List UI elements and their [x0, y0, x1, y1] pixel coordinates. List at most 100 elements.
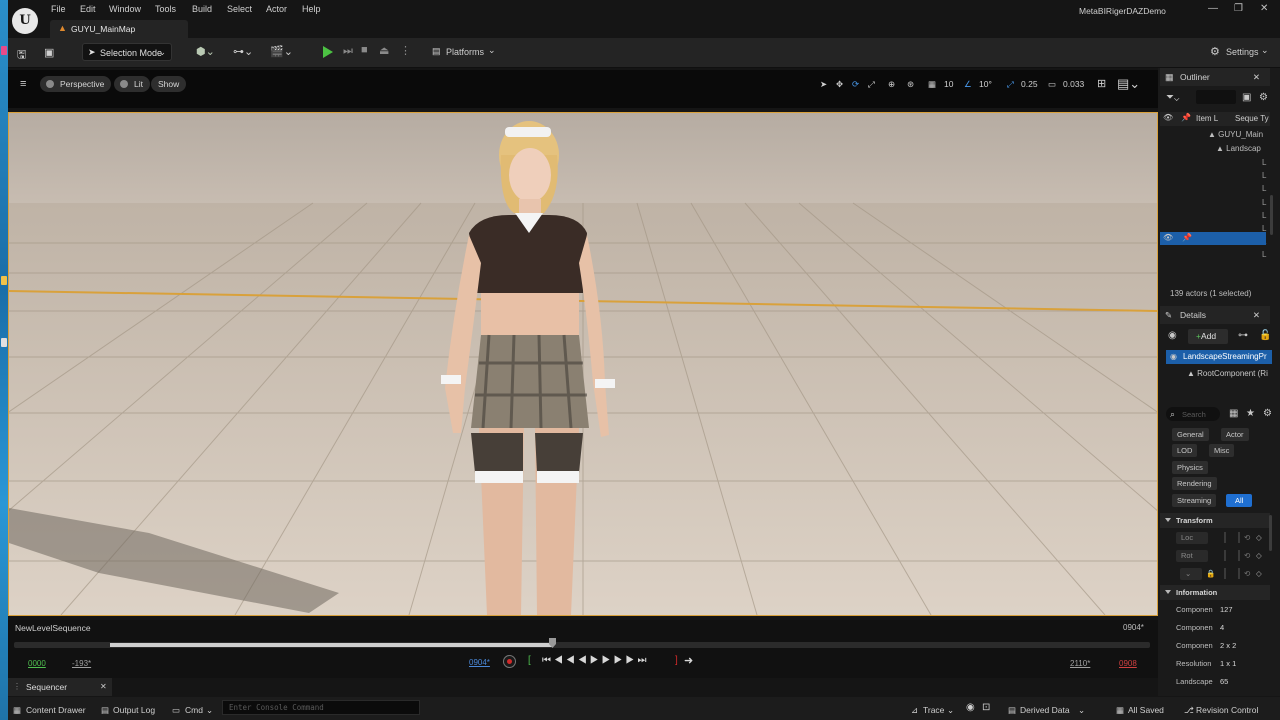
keyframe-icon[interactable]: ◇ [1256, 549, 1262, 563]
output-log-button[interactable]: Output Log [113, 705, 155, 715]
scale-snap-value[interactable]: 0.25 [1021, 76, 1038, 92]
keyframe-icon[interactable]: ◇ [1256, 531, 1262, 545]
grid-snap-icon[interactable]: ▦ [928, 76, 936, 92]
column-item-label[interactable]: Item L [1196, 114, 1218, 123]
set-start-icon[interactable]: [ [528, 655, 531, 666]
loop-icon[interactable]: ➜ [684, 654, 693, 667]
transform-section[interactable]: Transform [1160, 513, 1270, 528]
select-tool-icon[interactable]: ➤ [820, 76, 827, 92]
location-row[interactable]: Loc ⟲ ◇ [1176, 531, 1266, 545]
star-icon[interactable]: ★ [1246, 408, 1255, 420]
hamburger-menu-icon[interactable]: ≡ [20, 76, 26, 92]
information-section[interactable]: Information [1160, 585, 1270, 600]
settings-button[interactable]: Settings [1226, 47, 1259, 57]
close-tab-icon[interactable]: ✕ [100, 682, 107, 691]
revision-control-button[interactable]: Revision Control [1196, 705, 1258, 715]
category-all[interactable]: All [1226, 494, 1253, 507]
view-end-frame[interactable]: 2110* [1070, 659, 1090, 668]
close-button[interactable]: ✕ [1260, 3, 1268, 14]
add-component-button[interactable]: +Add [1188, 329, 1228, 344]
save-icon[interactable]: 🖫 [17, 46, 26, 65]
category-general[interactable]: General [1172, 428, 1209, 441]
column-sequence-label[interactable]: Seque Ty [1235, 114, 1269, 123]
content-browse-icon[interactable]: ▣ [44, 46, 54, 59]
cinematics-icon[interactable]: 🎬⌄ [270, 45, 293, 58]
menu-select[interactable]: Select [227, 4, 252, 14]
gear-icon[interactable]: ⚙ [1263, 408, 1272, 420]
add-actor-icon[interactable]: ⬢⌄ [196, 45, 215, 58]
record-trace-icon[interactable]: ◉ [966, 702, 975, 713]
current-frame-field[interactable]: 0904* [469, 658, 490, 667]
surface-snap-icon[interactable]: ⊛ [907, 76, 914, 92]
vector-field[interactable] [1224, 532, 1240, 543]
step-icon[interactable]: ⏭ [343, 45, 353, 58]
reset-icon[interactable]: ⟲ [1244, 567, 1250, 581]
category-actor[interactable]: Actor [1221, 428, 1249, 441]
layout-icon[interactable]: ▤⌄ [1117, 76, 1140, 92]
keyframe-icon[interactable]: ◇ [1256, 567, 1262, 581]
maximize-viewport-icon[interactable]: ⊞ [1097, 76, 1106, 92]
blueprint-icon[interactable]: ⊶⌄ [233, 45, 253, 58]
details-scrollbar[interactable] [1269, 515, 1272, 551]
scale-row[interactable]: ⌄ 🔒 ⟲ ◇ [1176, 567, 1266, 581]
level-viewport[interactable] [8, 112, 1158, 616]
lock-icon[interactable]: 🔒 [1206, 567, 1215, 581]
category-streaming[interactable]: Streaming [1172, 494, 1217, 507]
set-end-icon[interactable]: ] [675, 655, 678, 666]
outliner-row[interactable]: ▲ Landscap [1160, 142, 1268, 155]
more-options-icon[interactable]: ⋮ [400, 44, 411, 57]
reset-icon[interactable]: ⟲ [1244, 531, 1250, 545]
outliner-scrollbar[interactable] [1270, 195, 1273, 235]
vector-field[interactable] [1224, 550, 1240, 561]
console-input[interactable]: Enter Console Command [222, 700, 420, 715]
blueprint-icon[interactable]: ⊶ [1238, 330, 1248, 342]
details-search-input[interactable]: ⌕ Search [1166, 407, 1220, 421]
all-saved-status[interactable]: All Saved [1128, 705, 1164, 715]
rotate-tool-icon[interactable]: ⟳ [852, 76, 859, 92]
world-local-icon[interactable]: ⊕ [888, 76, 895, 92]
rotation-row[interactable]: Rot ⟲ ◇ [1176, 549, 1266, 563]
sequencer-tab[interactable]: ⋮ Sequencer ✕ [8, 678, 112, 696]
lit-button[interactable]: Lit [114, 76, 150, 92]
close-panel-icon[interactable]: ✕ [1253, 306, 1260, 324]
close-panel-icon[interactable]: ✕ [1253, 68, 1260, 86]
gear-icon[interactable]: ⚙ [1259, 92, 1268, 104]
category-rendering[interactable]: Rendering [1172, 477, 1217, 490]
minimize-button[interactable]: — [1208, 3, 1218, 14]
timeline-view-range[interactable] [110, 643, 552, 647]
cmd-dropdown[interactable]: Cmd [185, 705, 203, 715]
menu-window[interactable]: Window [109, 4, 141, 14]
perspective-button[interactable]: Perspective [40, 76, 112, 92]
end-frame[interactable]: 0908 [1119, 659, 1137, 668]
maximize-button[interactable]: ❐ [1234, 3, 1243, 14]
root-component-row[interactable]: ▲ RootComponent (Ri [1187, 369, 1268, 378]
eject-icon[interactable]: ⏏ [379, 44, 389, 57]
record-button[interactable] [503, 655, 516, 668]
view-start-frame[interactable]: -193* [72, 659, 91, 668]
derived-data-button[interactable]: Derived Data [1020, 705, 1070, 715]
menu-file[interactable]: File [51, 4, 66, 14]
start-frame[interactable]: 0000 [28, 659, 46, 668]
scale-dropdown[interactable]: ⌄ [1180, 568, 1202, 580]
location-dropdown[interactable]: Loc [1176, 532, 1208, 544]
map-tab[interactable]: ▲ GUYU_MainMap [50, 20, 188, 38]
stop-icon[interactable]: ■ [361, 44, 368, 56]
details-actor-row[interactable]: ◉ LandscapeStreamingPr [1166, 350, 1272, 364]
menu-help[interactable]: Help [302, 4, 321, 14]
vector-field[interactable] [1224, 568, 1240, 579]
reset-icon[interactable]: ⟲ [1244, 549, 1250, 563]
rotation-snap-icon[interactable]: ∠ [964, 76, 972, 92]
camera-speed-icon[interactable]: ▭ [1048, 76, 1056, 92]
screenshot-icon[interactable]: ⊡ [982, 702, 990, 713]
category-misc[interactable]: Misc [1209, 444, 1235, 457]
scale-tool-icon[interactable]: ⤢ [868, 76, 875, 92]
content-drawer-button[interactable]: Content Drawer [26, 705, 86, 715]
rotation-dropdown[interactable]: Rot [1176, 550, 1208, 562]
play-button[interactable] [323, 46, 333, 58]
outliner-row[interactable]: ▲ GUYU_Main [1160, 128, 1268, 141]
outliner-selected-row[interactable]: 👁 📌 [1160, 232, 1266, 245]
camera-speed-value[interactable]: 0.033 [1063, 76, 1084, 92]
translate-tool-icon[interactable]: ✥ [836, 76, 843, 92]
menu-edit[interactable]: Edit [80, 4, 96, 14]
platforms-dropdown[interactable]: Platforms [446, 47, 484, 57]
